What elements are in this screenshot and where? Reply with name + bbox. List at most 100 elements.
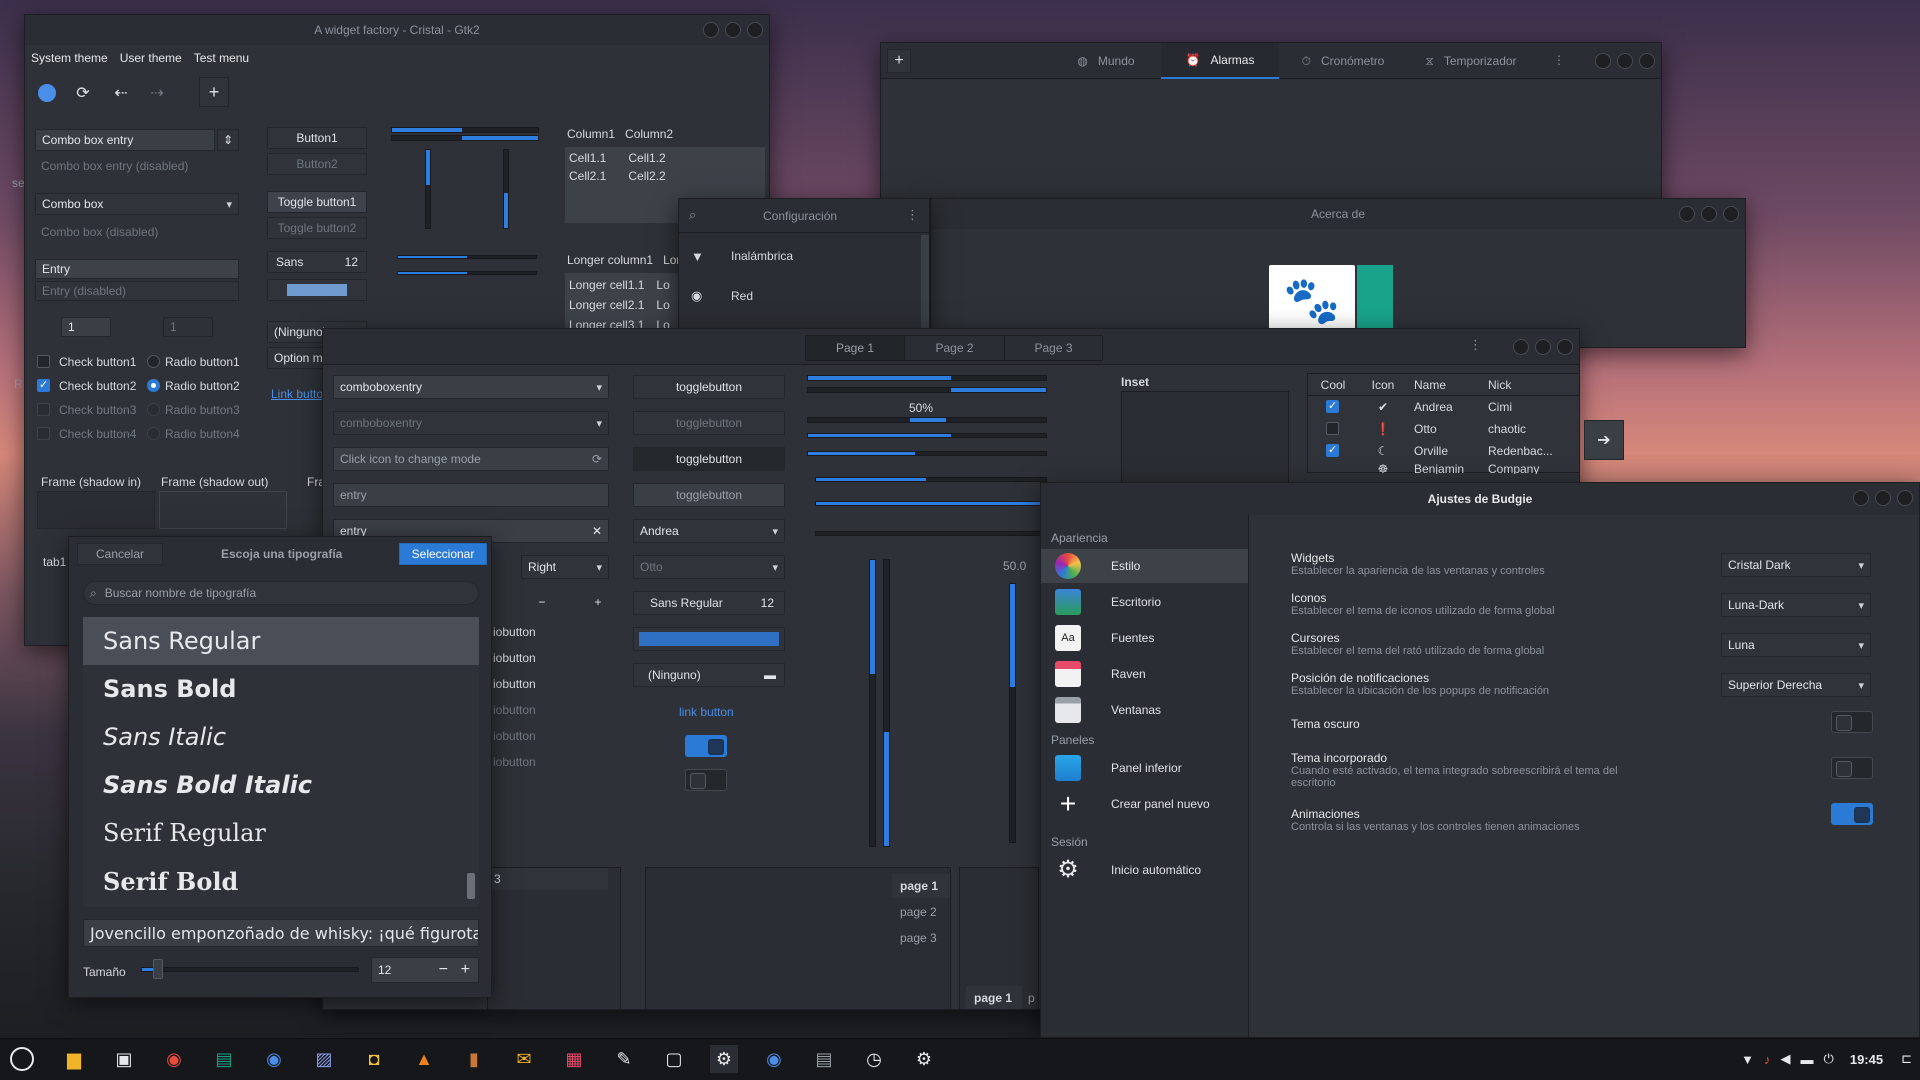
scrollbar[interactable]: [921, 235, 929, 335]
notification-position-select[interactable]: Superior Derecha: [1721, 673, 1871, 697]
window-app-icon[interactable]: ▤: [810, 1045, 838, 1073]
sidebar-item-raven[interactable]: Raven: [1041, 657, 1248, 691]
notification-bell-icon[interactable]: ♪: [1764, 1052, 1771, 1067]
combo-andrea[interactable]: Andrea: [633, 519, 785, 543]
radio-item[interactable]: iobutton: [493, 645, 623, 671]
cancel-button[interactable]: Cancelar: [77, 543, 163, 565]
vlc-icon[interactable]: ▲: [410, 1045, 438, 1073]
maximize-button[interactable]: [725, 22, 741, 38]
clock-text[interactable]: 19:45: [1850, 1052, 1883, 1067]
vertical-scale-1[interactable]: [869, 559, 876, 847]
togglebutton-3[interactable]: togglebutton: [633, 447, 785, 471]
mail-icon[interactable]: ✉: [510, 1045, 538, 1073]
radio-item[interactable]: iobutton: [493, 619, 623, 645]
entry-1[interactable]: entry: [333, 483, 609, 507]
notes-icon[interactable]: ✎: [610, 1045, 638, 1073]
font-item[interactable]: Sans Bold: [83, 665, 479, 713]
file-button[interactable]: (Ninguno) ▬: [633, 663, 785, 687]
menu-user-theme[interactable]: User theme: [120, 51, 182, 65]
combobox-entry[interactable]: comboboxentry: [333, 375, 609, 399]
check-button-1[interactable]: [37, 355, 50, 368]
tab-page-3-side[interactable]: page 3: [892, 926, 950, 950]
font-item[interactable]: Serif Regular: [83, 809, 479, 857]
maximize-button[interactable]: [1701, 206, 1717, 222]
title-bar[interactable]: Ajustes de Budgie: [1041, 483, 1919, 515]
tab-alarmas[interactable]: ⏰ Alarmas: [1161, 43, 1279, 79]
widgets-theme-select[interactable]: Cristal Dark: [1721, 553, 1871, 577]
vertical-slider-2[interactable]: [503, 149, 509, 229]
combo-entry-spin[interactable]: ⇕: [217, 129, 239, 151]
radio-button-1[interactable]: [147, 355, 160, 368]
minimize-button[interactable]: [1679, 206, 1695, 222]
sidebar-item-escritorio[interactable]: Escritorio: [1041, 585, 1248, 619]
refresh-icon[interactable]: ⟳: [592, 452, 602, 466]
horizontal-slider-2[interactable]: [397, 271, 537, 275]
radio-button-2[interactable]: [147, 379, 160, 392]
scale-3[interactable]: [815, 531, 1047, 536]
close-button[interactable]: [1639, 53, 1655, 69]
clear-icon[interactable]: ✕: [592, 524, 602, 538]
column-header-cool[interactable]: Cool: [1308, 378, 1358, 392]
sidebar-item-inicio-automatico[interactable]: ⚙ Inicio automático: [1041, 853, 1248, 887]
add-icon[interactable]: +: [199, 77, 229, 107]
refresh-icon[interactable]: ⟳: [71, 81, 95, 105]
cell[interactable]: Lo: [656, 295, 669, 315]
tab-partial-bottom[interactable]: p: [1026, 986, 1040, 1009]
select-button[interactable]: Seleccionar: [399, 543, 487, 565]
horizontal-slider-1[interactable]: [397, 255, 537, 259]
combo-box[interactable]: Combo box: [35, 193, 239, 215]
column-header[interactable]: Column1: [567, 127, 615, 141]
window-controls[interactable]: [1679, 206, 1739, 222]
radio-item[interactable]: iobutton: [493, 697, 623, 723]
scrollbar[interactable]: [467, 873, 475, 899]
clock-icon[interactable]: ◷: [860, 1045, 888, 1073]
animations-switch[interactable]: [1831, 803, 1873, 825]
table-row[interactable]: ☾ Orville Redenbac...: [1308, 440, 1579, 462]
toggle-button-1[interactable]: Toggle button1: [267, 191, 367, 213]
close-button[interactable]: [1723, 206, 1739, 222]
radio-item[interactable]: iobutton: [493, 749, 623, 775]
column-header-name[interactable]: Name: [1408, 378, 1482, 392]
tab-page-2[interactable]: Page 2: [904, 336, 1004, 360]
tab-temporizador[interactable]: ⧖ Temporizador: [1407, 43, 1535, 79]
font-item-selected[interactable]: Sans Regular: [83, 617, 479, 665]
right-combo[interactable]: Right: [521, 555, 609, 579]
font-item[interactable]: Sans Bold Italic: [83, 761, 479, 809]
power-icon[interactable]: ⏻: [1824, 1051, 1834, 1067]
minimize-button[interactable]: [1853, 490, 1869, 506]
wifi-icon[interactable]: ▼: [1741, 1052, 1754, 1067]
size-spin-input[interactable]: 12− +: [371, 957, 479, 983]
font-preview-entry[interactable]: Jovencillo emponzoñado de whisky: ¡qué f…: [83, 919, 479, 947]
sidebar-item-ventanas[interactable]: Ventanas: [1041, 693, 1248, 727]
vertical-slider-1[interactable]: [425, 149, 431, 229]
forward-arrow-button[interactable]: ➔: [1584, 420, 1624, 460]
menu-icon[interactable]: ⋮: [1469, 337, 1482, 353]
radio-item[interactable]: iobutton: [493, 723, 623, 749]
title-bar[interactable]: Acerca de: [931, 199, 1745, 229]
icon-theme-select[interactable]: Luna-Dark: [1721, 593, 1871, 617]
window-controls[interactable]: [1513, 339, 1573, 355]
folder-icon[interactable]: ▆: [60, 1045, 88, 1073]
calendar-icon[interactable]: ▦: [560, 1045, 588, 1073]
home-icon[interactable]: [35, 81, 59, 105]
settings-gear-icon[interactable]: ⚙: [710, 1045, 738, 1073]
sidebar-item-fuentes[interactable]: Aa Fuentes: [1041, 621, 1248, 655]
color-button[interactable]: [267, 279, 367, 301]
font-search-input[interactable]: ⌕ Buscar nombre de tipografía: [83, 581, 479, 605]
menu-icon[interactable]: ⋮: [1553, 53, 1565, 67]
store-icon[interactable]: ▣: [110, 1045, 138, 1073]
column-header[interactable]: Longer column1: [567, 253, 653, 267]
switch-on[interactable]: [685, 735, 727, 757]
title-bar[interactable]: A widget factory - Cristal - Gtk2: [25, 15, 769, 45]
entry-field[interactable]: Entry: [35, 259, 239, 279]
back-icon[interactable]: ⇠: [109, 81, 133, 105]
cell[interactable]: Longer cell2.1: [569, 295, 644, 315]
maximize-button[interactable]: [1617, 53, 1633, 69]
cell[interactable]: Cell1.1: [569, 151, 606, 165]
scale-1[interactable]: [815, 477, 1047, 482]
budgie-settings-icon[interactable]: ⚙: [910, 1045, 938, 1073]
scale-2[interactable]: [815, 501, 1047, 506]
close-button[interactable]: [747, 22, 763, 38]
button-1[interactable]: Button1: [267, 127, 367, 149]
forward-icon[interactable]: ⇢: [145, 81, 169, 105]
